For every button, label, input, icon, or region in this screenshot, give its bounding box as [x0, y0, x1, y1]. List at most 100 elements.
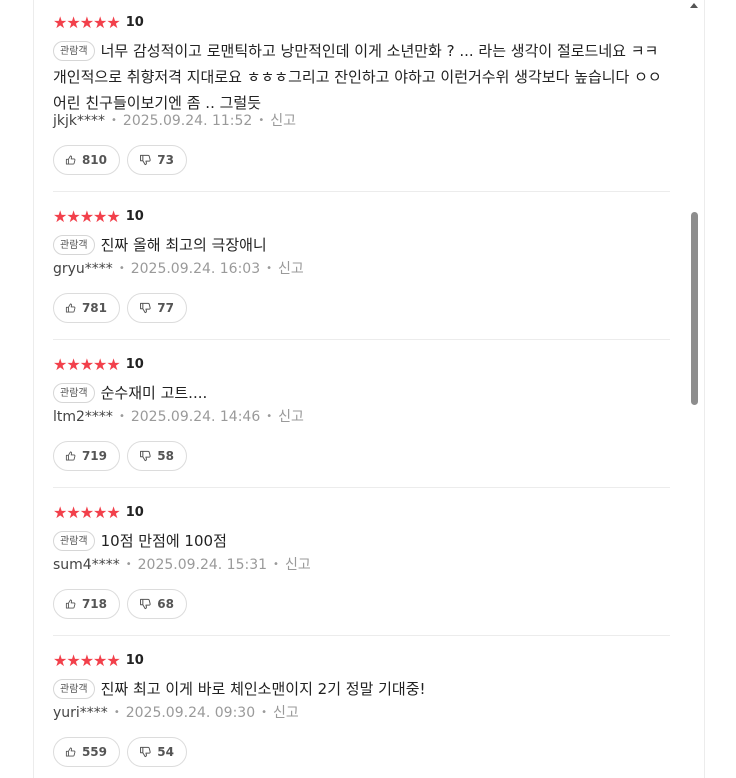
thumbs-up-icon: [65, 155, 76, 165]
like-count: 719: [81, 449, 107, 463]
review-text: 진짜 최고 이게 바로 체인소맨이지 2기 정말 기대중!: [100, 680, 426, 698]
separator-dot: •: [258, 115, 265, 126]
like-button[interactable]: 719: [53, 441, 120, 471]
like-button[interactable]: 559: [53, 737, 120, 767]
separator-dot: •: [125, 559, 132, 570]
like-count: 718: [81, 597, 107, 611]
thumbs-down-icon: [140, 746, 151, 758]
vote-actions: 781 77: [53, 293, 187, 323]
review-text: 너무 감성적이고 로맨틱하고 낭만적인데 이게 소년만화 ? ... 라는 생각…: [53, 42, 662, 112]
review-date: 2025.09.24. 15:31: [137, 557, 268, 573]
thumbs-down-icon: [140, 598, 151, 610]
thumbs-up-icon: [65, 303, 76, 313]
review-date: 2025.09.24. 11:52: [122, 113, 253, 129]
separator-dot: •: [111, 115, 117, 126]
review-meta: jkjk**** • 2025.09.24. 11:52 • 신고: [53, 112, 296, 130]
vote-actions: 719 58: [53, 441, 187, 471]
viewer-badge: 관람객: [53, 679, 95, 699]
thumbs-up-icon: [65, 451, 76, 461]
report-link[interactable]: 신고: [278, 409, 304, 425]
like-count: 810: [81, 153, 107, 167]
review-date: 2025.09.24. 09:30: [125, 705, 256, 721]
separator-dot: •: [273, 559, 279, 570]
viewer-badge: 관람객: [53, 41, 95, 61]
separator-dot: •: [118, 411, 125, 422]
viewer-badge: 관람객: [53, 383, 95, 403]
vote-actions: 559 54: [53, 737, 187, 767]
review-user: gryu****: [53, 261, 113, 277]
review-item: ★★★★★ 10 관람객 순수재미 고트.... ltm2**** • 2025.09…: [53, 340, 670, 488]
vote-actions: 718 68: [53, 589, 187, 619]
rating-score: 10: [125, 15, 144, 30]
separator-dot: •: [261, 707, 268, 718]
review-item: ★★★★★ 10 관람객 진짜 최고 이게 바로 체인소맨이지 2기 정말 기대중…: [53, 636, 670, 778]
thumbs-down-icon: [140, 154, 151, 166]
rating: ★★★★★ 10: [53, 208, 144, 226]
report-link[interactable]: 신고: [270, 113, 296, 129]
like-button[interactable]: 781: [53, 293, 120, 323]
report-link[interactable]: 신고: [273, 705, 299, 721]
dislike-button[interactable]: 73: [127, 145, 187, 175]
dislike-count: 68: [157, 597, 174, 611]
dislike-count: 58: [157, 449, 174, 463]
rating: ★★★★★ 10: [53, 14, 144, 32]
rating-score: 10: [125, 209, 144, 224]
report-link[interactable]: 신고: [285, 557, 311, 573]
rating-score: 10: [125, 653, 144, 668]
review-body: 관람객 10점 만점에 100점: [53, 528, 670, 554]
review-date: 2025.09.24. 14:46: [130, 409, 261, 425]
star-rating-icon: ★★★★★: [53, 207, 121, 226]
rating-score: 10: [125, 357, 144, 372]
review-list: ★★★★★ 10 관람객 너무 감성적이고 로맨틱하고 낭만적인데 이게 소년만화…: [53, 0, 670, 778]
review-text: 진짜 올해 최고의 극장애니: [100, 236, 267, 254]
star-rating-icon: ★★★★★: [53, 355, 121, 374]
review-text: 순수재미 고트....: [100, 384, 208, 402]
review-meta: ltm2**** • 2025.09.24. 14:46 • 신고: [53, 408, 304, 426]
rating: ★★★★★ 10: [53, 356, 144, 374]
review-meta: yuri**** • 2025.09.24. 09:30 • 신고: [53, 704, 299, 722]
report-link[interactable]: 신고: [278, 261, 304, 277]
review-item: ★★★★★ 10 관람객 너무 감성적이고 로맨틱하고 낭만적인데 이게 소년만화…: [53, 0, 670, 192]
vote-actions: 810 73: [53, 145, 187, 175]
review-text: 10점 만점에 100점: [100, 532, 227, 550]
thumbs-down-icon: [140, 450, 151, 462]
review-date: 2025.09.24. 16:03: [130, 261, 261, 277]
scrollbar[interactable]: [686, 0, 702, 778]
review-user: jkjk****: [53, 113, 105, 129]
rating: ★★★★★ 10: [53, 504, 144, 522]
review-body: 관람객 너무 감성적이고 로맨틱하고 낭만적인데 이게 소년만화 ? ... 라는…: [53, 38, 670, 116]
review-body: 관람객 진짜 올해 최고의 극장애니: [53, 232, 670, 258]
thumbs-up-icon: [65, 599, 76, 609]
review-user: yuri****: [53, 705, 108, 721]
review-user: ltm2****: [53, 409, 113, 425]
dislike-button[interactable]: 54: [127, 737, 187, 767]
review-meta: gryu**** • 2025.09.24. 16:03 • 신고: [53, 260, 304, 278]
separator-dot: •: [266, 411, 273, 422]
review-meta: sum4**** • 2025.09.24. 15:31 • 신고: [53, 556, 311, 574]
separator-dot: •: [113, 707, 120, 718]
review-body: 관람객 순수재미 고트....: [53, 380, 670, 406]
review-body: 관람객 진짜 최고 이게 바로 체인소맨이지 2기 정말 기대중!: [53, 676, 670, 702]
like-button[interactable]: 810: [53, 145, 120, 175]
thumbs-up-icon: [65, 747, 76, 757]
thumbs-down-icon: [140, 302, 151, 314]
dislike-button[interactable]: 77: [127, 293, 187, 323]
dislike-button[interactable]: 68: [127, 589, 187, 619]
scroll-thumb[interactable]: [691, 212, 698, 405]
separator-dot: •: [266, 263, 273, 274]
rating-score: 10: [125, 505, 144, 520]
dislike-count: 73: [157, 153, 174, 167]
rating: ★★★★★ 10: [53, 652, 144, 670]
like-count: 559: [81, 745, 107, 759]
like-count: 781: [81, 301, 107, 315]
dislike-count: 77: [157, 301, 174, 315]
dislike-count: 54: [157, 745, 174, 759]
viewer-badge: 관람객: [53, 531, 95, 551]
dislike-button[interactable]: 58: [127, 441, 187, 471]
review-user: sum4****: [53, 557, 120, 573]
scroll-up-arrow-icon[interactable]: [690, 3, 698, 8]
star-rating-icon: ★★★★★: [53, 13, 121, 32]
separator-dot: •: [118, 263, 125, 274]
review-item: ★★★★★ 10 관람객 10점 만점에 100점 sum4**** • 2025.0…: [53, 488, 670, 636]
like-button[interactable]: 718: [53, 589, 120, 619]
